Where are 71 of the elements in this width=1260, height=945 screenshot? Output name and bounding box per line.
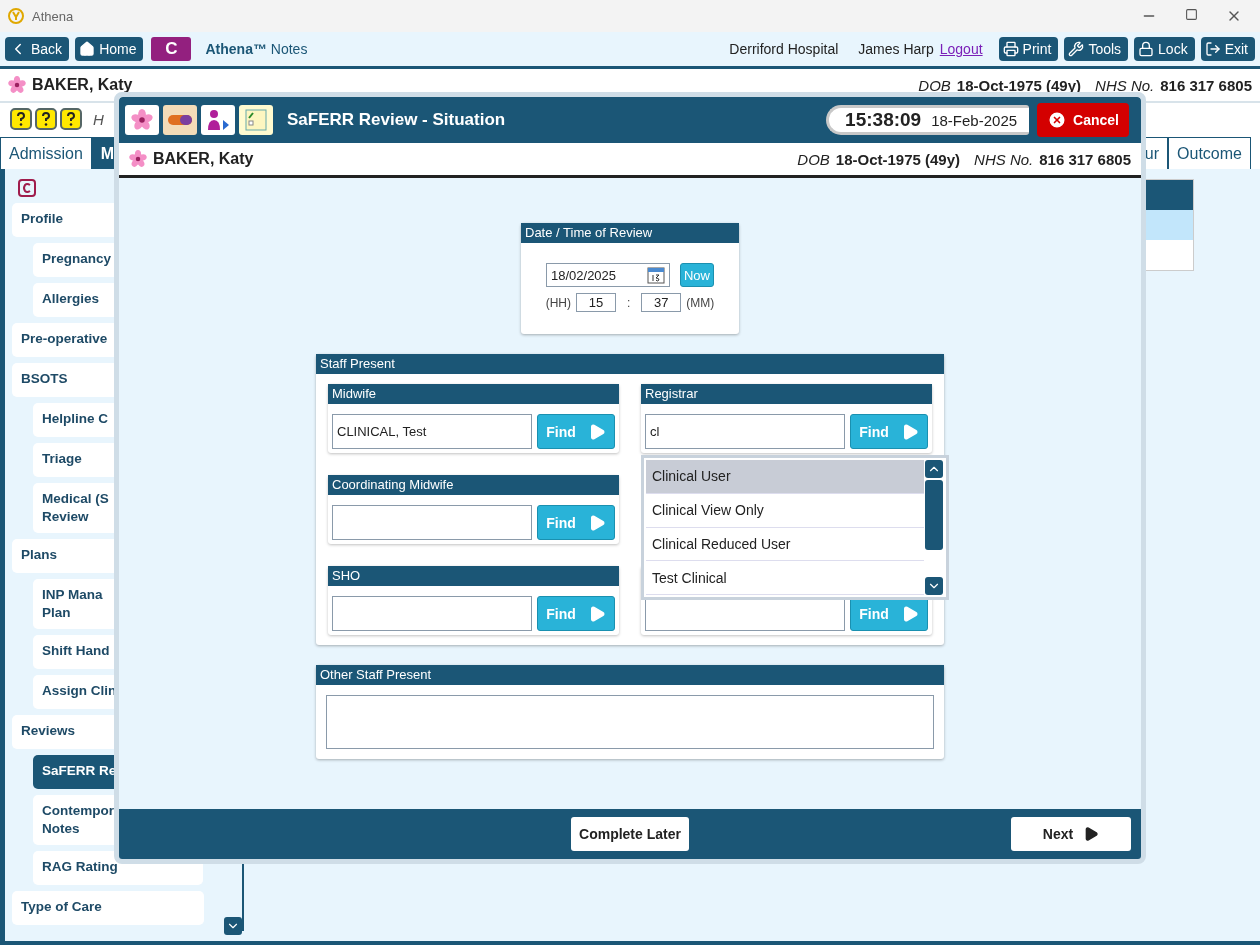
pill-icon[interactable] [163, 105, 197, 135]
nhs-value: 816 317 6805 [1160, 76, 1252, 94]
calendar-icon[interactable] [647, 266, 665, 284]
staff-input-field[interactable]: cl [645, 414, 845, 449]
back-button[interactable]: Back [5, 37, 70, 61]
help-icon[interactable] [35, 108, 57, 130]
flower-icon [129, 150, 147, 168]
scroll-down-button[interactable] [224, 917, 242, 935]
other-staff-field[interactable] [326, 695, 934, 749]
tab[interactable]: Outcome [1168, 137, 1251, 169]
date-field[interactable]: 18/02/2025 [546, 263, 670, 287]
hour-label: (HH) [545, 295, 571, 310]
hospital-name: Derriford Hospital [729, 41, 839, 57]
logout-link[interactable]: Logout [939, 41, 983, 57]
nhs-label: NHS No. [1095, 76, 1155, 94]
dob-label: DOB [797, 150, 830, 168]
close-circle-icon [1047, 110, 1068, 130]
hour-field[interactable]: 15 [576, 293, 616, 312]
flower-icon [131, 109, 153, 131]
staff-input-field[interactable]: CLINICAL, Test [332, 414, 532, 449]
exit-icon [1204, 41, 1221, 57]
sidebar-item[interactable]: Type of Care [12, 891, 204, 925]
exit-button[interactable]: Exit [1200, 37, 1255, 61]
role-title: SHO [328, 566, 619, 586]
minute-label: (MM) [686, 295, 715, 310]
info-text: H [93, 110, 104, 128]
lock-button[interactable]: Lock [1134, 37, 1195, 61]
print-button[interactable]: Print [998, 37, 1059, 61]
next-button[interactable]: Next [1011, 817, 1131, 851]
dob-label: DOB [918, 76, 951, 94]
app-logo-icon [8, 8, 24, 24]
role-title: Midwife [328, 384, 619, 404]
play-icon [1083, 826, 1100, 842]
help-icon[interactable] [10, 108, 32, 130]
printer-icon [1002, 41, 1019, 57]
panel-title: Date / Time of Review [521, 223, 739, 243]
staff-input-field[interactable] [332, 596, 532, 631]
dialog-title: SaFERR Review - Situation [287, 110, 506, 130]
user-name: James Harp [858, 41, 934, 57]
help-icon[interactable] [60, 108, 82, 130]
c-badge[interactable]: C [151, 37, 192, 61]
dob-value: 18-Oct-1975 (49y) [835, 150, 961, 168]
staff-input-field[interactable] [332, 505, 532, 540]
wrench-icon [1068, 41, 1085, 57]
app-name: Athena™ Notes [205, 41, 308, 57]
home-icon [79, 41, 96, 57]
minute-field[interactable]: 37 [641, 293, 682, 312]
scroll-thumb[interactable] [925, 480, 943, 550]
lock-icon [1138, 41, 1155, 57]
panel-title: Other Staff Present [316, 665, 944, 685]
scroll-down-button[interactable] [925, 577, 943, 595]
cancel-button[interactable]: Cancel [1037, 103, 1129, 137]
suggestion-option[interactable]: Clinical User [646, 460, 924, 494]
tools-button[interactable]: Tools [1064, 37, 1129, 61]
flower-icon [8, 76, 26, 94]
window-title: Athena [32, 8, 74, 24]
tab[interactable]: Admission [0, 137, 92, 169]
clock-display: 15:38:09 18-Feb-2025 [826, 105, 1030, 135]
complete-later-button[interactable]: Complete Later [571, 817, 689, 851]
c-icon [18, 179, 36, 197]
time-separator: : [627, 295, 631, 310]
scroll-up-button[interactable] [925, 460, 943, 478]
flower-tile-icon[interactable] [125, 105, 159, 135]
patient-name: BAKER, Katy [153, 150, 254, 168]
panel-title: Staff Present [316, 354, 944, 374]
patient-name: BAKER, Katy [32, 76, 133, 94]
role-title: Coordinating Midwife [328, 475, 619, 495]
role-title: Registrar [641, 384, 932, 404]
nhs-label: NHS No. [974, 150, 1034, 168]
home-button[interactable]: Home [75, 37, 144, 61]
maximize-icon[interactable] [1185, 8, 1198, 21]
